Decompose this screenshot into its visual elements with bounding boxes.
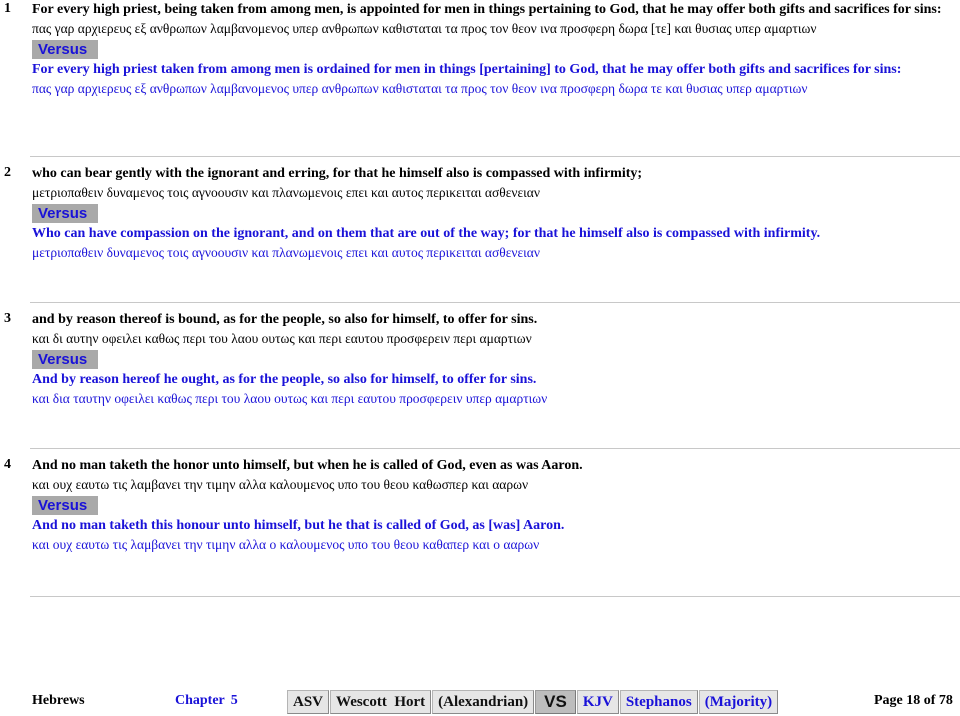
compare-english-text: For every high priest taken from among m… (32, 62, 902, 77)
tab-asv[interactable]: ASV (287, 690, 330, 714)
chapter-number: 5 (230, 693, 238, 708)
versus-label: Versus (32, 496, 98, 515)
verse-divider (30, 156, 960, 157)
versus-label: Versus (32, 204, 98, 223)
verse-body: And no man taketh the honor unto himself… (32, 456, 960, 554)
verse-number: 1 (4, 1, 11, 16)
compare-greek-text: και δια ταυτην οφειλει καθως περι του λα… (32, 391, 548, 406)
chapter-link[interactable]: Chapter 5 (175, 693, 238, 709)
compare-english-text: And no man taketh this honour unto himse… (32, 518, 565, 533)
verse-body: who can bear gently with the ignorant an… (32, 164, 960, 262)
verse-body: For every high priest, being taken from … (32, 0, 960, 98)
source-english-text: who can bear gently with the ignorant an… (32, 166, 643, 181)
source-greek-text: μετριοπαθειν δυναμενος τοις αγνοουσιν κα… (32, 185, 540, 200)
source-english-text: For every high priest, being taken from … (32, 2, 942, 17)
verse-divider (30, 448, 960, 449)
tab-kjv[interactable]: KJV (576, 690, 619, 714)
footer-bar: Hebrews Chapter 5 ASV Wescott Hort (Alexa… (0, 690, 960, 714)
verse-number: 4 (4, 457, 11, 472)
compare-english-text: And by reason hereof he ought, as for th… (32, 372, 537, 387)
tab-wescott-hort[interactable]: Wescott Hort (330, 690, 432, 714)
compare-greek-text: μετριοπαθειν δυναμενος τοις αγνοουσιν κα… (32, 245, 540, 260)
verse-divider (30, 302, 960, 303)
book-title: Hebrews (32, 693, 85, 708)
chapter-label: Chapter (175, 693, 225, 708)
verse-number: 3 (4, 311, 11, 326)
compare-greek-text: και ουχ εαυτω τις λαμβανει την τιμην αλλ… (32, 537, 540, 552)
verse-body: and by reason thereof is bound, as for t… (32, 310, 960, 408)
page-indicator: Page 18 of 78 (874, 693, 953, 708)
versus-label: Versus (32, 350, 98, 369)
tab-vs[interactable]: VS (535, 690, 576, 714)
source-english-text: and by reason thereof is bound, as for t… (32, 312, 538, 327)
compare-greek-text: πας γαρ αρχιερευς εξ ανθρωπων λαμβανομεν… (32, 81, 808, 96)
tab-alexandrian[interactable]: (Alexandrian) (432, 690, 535, 714)
compare-english-text: Who can have compassion on the ignorant,… (32, 226, 821, 241)
source-greek-text: πας γαρ αρχιερευς εξ ανθρωπων λαμβανομεν… (32, 21, 817, 36)
verse-number: 2 (4, 165, 11, 180)
source-greek-text: και ουχ εαυτω τις λαμβανει την τιμην αλλ… (32, 477, 529, 492)
tab-majority[interactable]: (Majority) (698, 690, 779, 714)
tab-stephanos[interactable]: Stephanos (619, 690, 698, 714)
version-tabs: ASV Wescott Hort (Alexandrian) VS KJV St… (287, 690, 779, 714)
source-greek-text: και δι αυτην οφειλει καθως περι του λαου… (32, 331, 532, 346)
source-english-text: And no man taketh the honor unto himself… (32, 458, 583, 473)
verse-divider (30, 596, 960, 597)
versus-label: Versus (32, 40, 98, 59)
